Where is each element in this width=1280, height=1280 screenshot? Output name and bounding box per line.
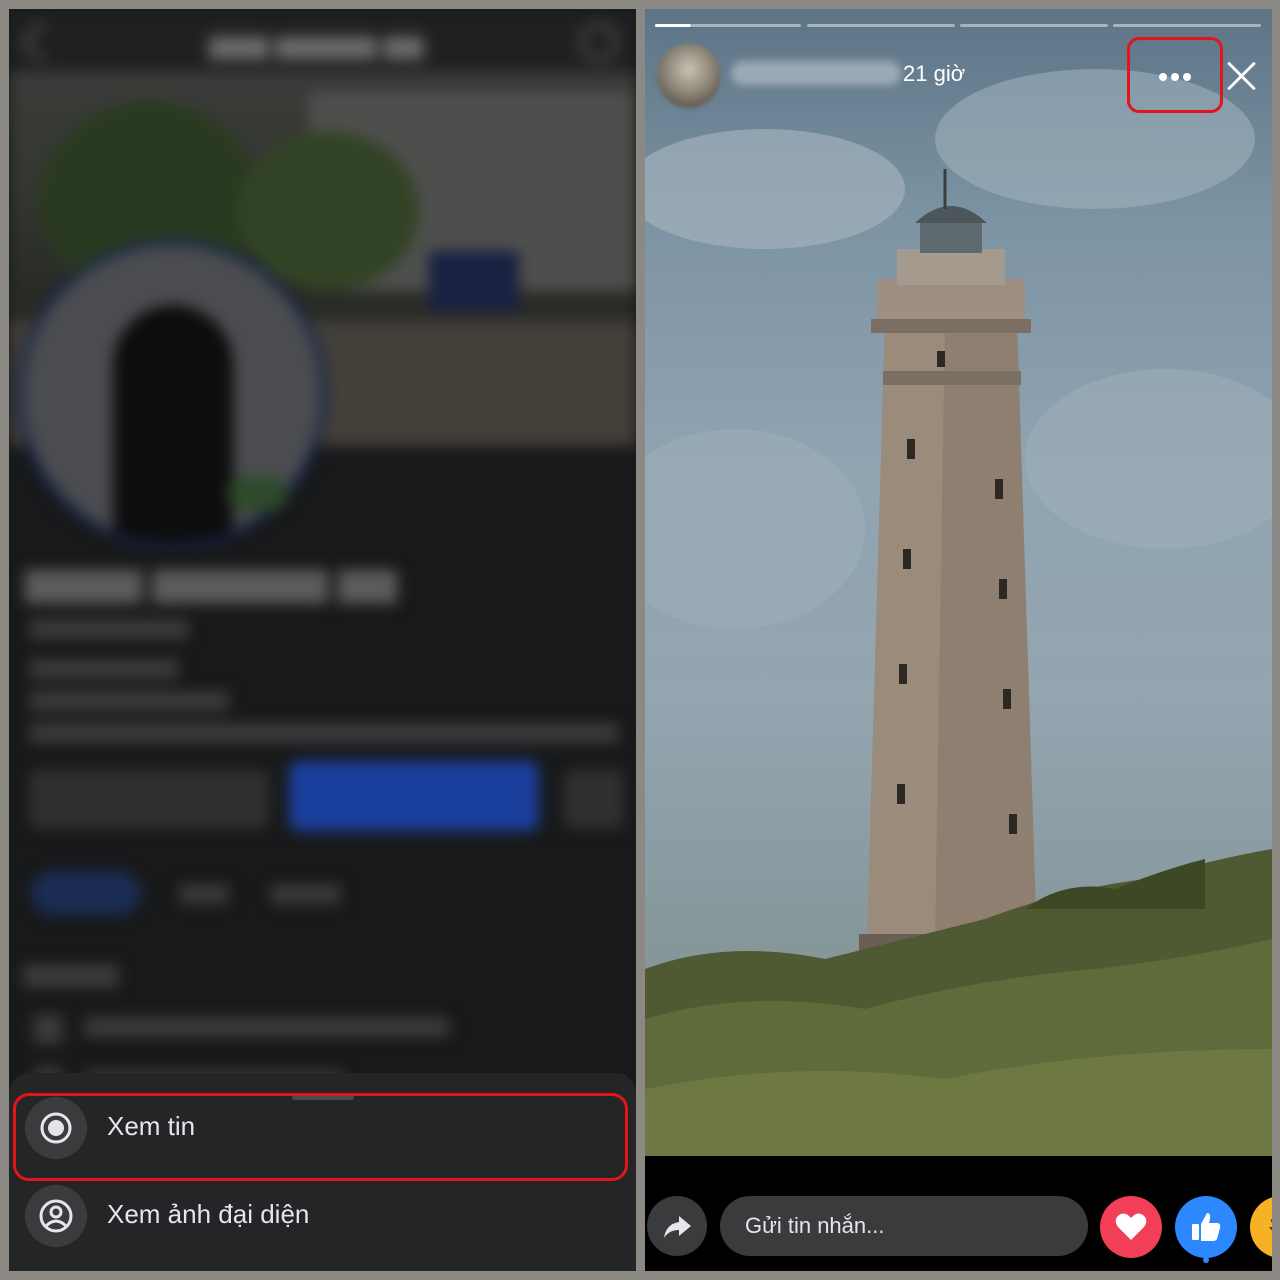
close-icon[interactable] [1225,59,1259,93]
back-arrow-icon [20,20,64,64]
story-progress-segment [960,24,1108,27]
blurred-tab [31,871,141,915]
story-viewer: 21 giờ [645,9,1272,1271]
more-dots-icon [1183,73,1191,81]
search-icon [580,23,618,61]
like-reaction-button[interactable] [1175,1196,1237,1258]
menu-item-view-story[interactable]: Xem tin [15,1087,630,1167]
haha-icon [1269,1219,1272,1231]
story-reply-bar [645,1156,1272,1271]
blurred-text [84,1017,449,1037]
blurred-primary-button [289,761,539,831]
profile-title-blurred: ▆▆▆ ▆▆▆▆▆ ▆▆ [209,29,424,59]
story-author-avatar[interactable] [657,44,721,108]
person-circle-icon [25,1185,87,1247]
story-progress-segment [691,24,801,27]
blurred-tab [271,884,341,904]
selected-reaction-indicator [1203,1257,1209,1263]
blurred-text [29,619,189,639]
blurred-button [564,769,624,829]
menu-item-label: Xem tin [107,1111,196,1141]
like-icon [1192,1213,1221,1241]
story-progress-segment [807,24,955,27]
profile-screen: ▆▆▆ ▆▆▆▆▆ ▆▆ ▆▆▆▆ ▆▆▆▆▆▆ ▆▆ [9,9,636,1271]
more-dots-icon [1171,73,1179,81]
story-photo [645,9,1272,1156]
share-arrow-icon [664,1216,691,1238]
blurred-text [29,723,619,743]
radio-dot-icon [25,1097,87,1159]
blurred-heading [23,964,119,988]
reply-message-input[interactable] [720,1196,1088,1256]
story-author-name-blurred[interactable] [731,61,901,85]
story-timestamp: 21 giờ [903,61,966,86]
menu-item-view-avatar[interactable]: Xem ảnh đại diện [15,1175,630,1255]
menu-item-label: Xem ảnh đại diện [107,1199,310,1229]
story-progress-segment [655,24,691,27]
blurred-text [29,691,229,711]
love-reaction-button[interactable] [1100,1196,1162,1258]
profile-name-blurred: ▆▆▆▆ ▆▆▆▆▆▆ ▆▆ [25,561,397,603]
haha-reaction-button[interactable] [1250,1196,1272,1258]
blurred-button [29,769,269,829]
blurred-tab [179,884,229,904]
share-button[interactable] [647,1196,707,1256]
love-icon [1115,1213,1147,1240]
more-dots-icon [1159,73,1167,81]
blurred-icon [33,1014,63,1044]
more-options-button[interactable] [1127,37,1223,113]
story-progress-segment [1113,24,1261,27]
online-status-icon [227,477,287,511]
blurred-text [29,659,179,679]
profile-top-bar: ▆▆▆ ▆▆▆▆▆ ▆▆ [9,9,636,71]
